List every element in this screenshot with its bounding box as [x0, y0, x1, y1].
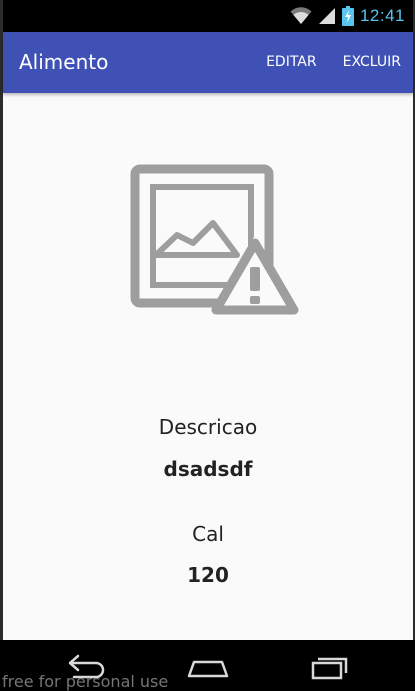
recents-icon[interactable]: [310, 654, 350, 680]
watermark-text: free for personal use: [2, 672, 169, 691]
battery-charging-icon: [341, 6, 354, 26]
food-detail-content: Descricao dsadsdf Cal 120: [3, 93, 413, 640]
status-time: 12:41: [359, 6, 405, 25]
app-title: Alimento: [19, 50, 109, 74]
description-label: Descricao: [158, 415, 258, 439]
delete-button[interactable]: EXCLUIR: [343, 54, 401, 70]
app-bar: Alimento EDITAR EXCLUIR: [3, 32, 413, 93]
broken-image-icon: [130, 164, 301, 315]
status-bar: 12:41: [3, 0, 413, 32]
phone-screen: 12:41 Alimento EDITAR EXCLUIR Descricao …: [0, 0, 415, 691]
food-image: [129, 163, 305, 323]
edit-button[interactable]: EDITAR: [266, 54, 317, 70]
calories-value: 120: [187, 563, 229, 587]
description-value: dsadsdf: [163, 457, 253, 481]
status-icons: 12:41: [290, 4, 405, 28]
app-actions: EDITAR EXCLUIR: [266, 54, 401, 70]
wifi-icon: [290, 7, 312, 24]
home-icon[interactable]: [186, 654, 230, 680]
cell-signal-icon: [318, 8, 335, 24]
calories-label: Cal: [192, 522, 224, 546]
